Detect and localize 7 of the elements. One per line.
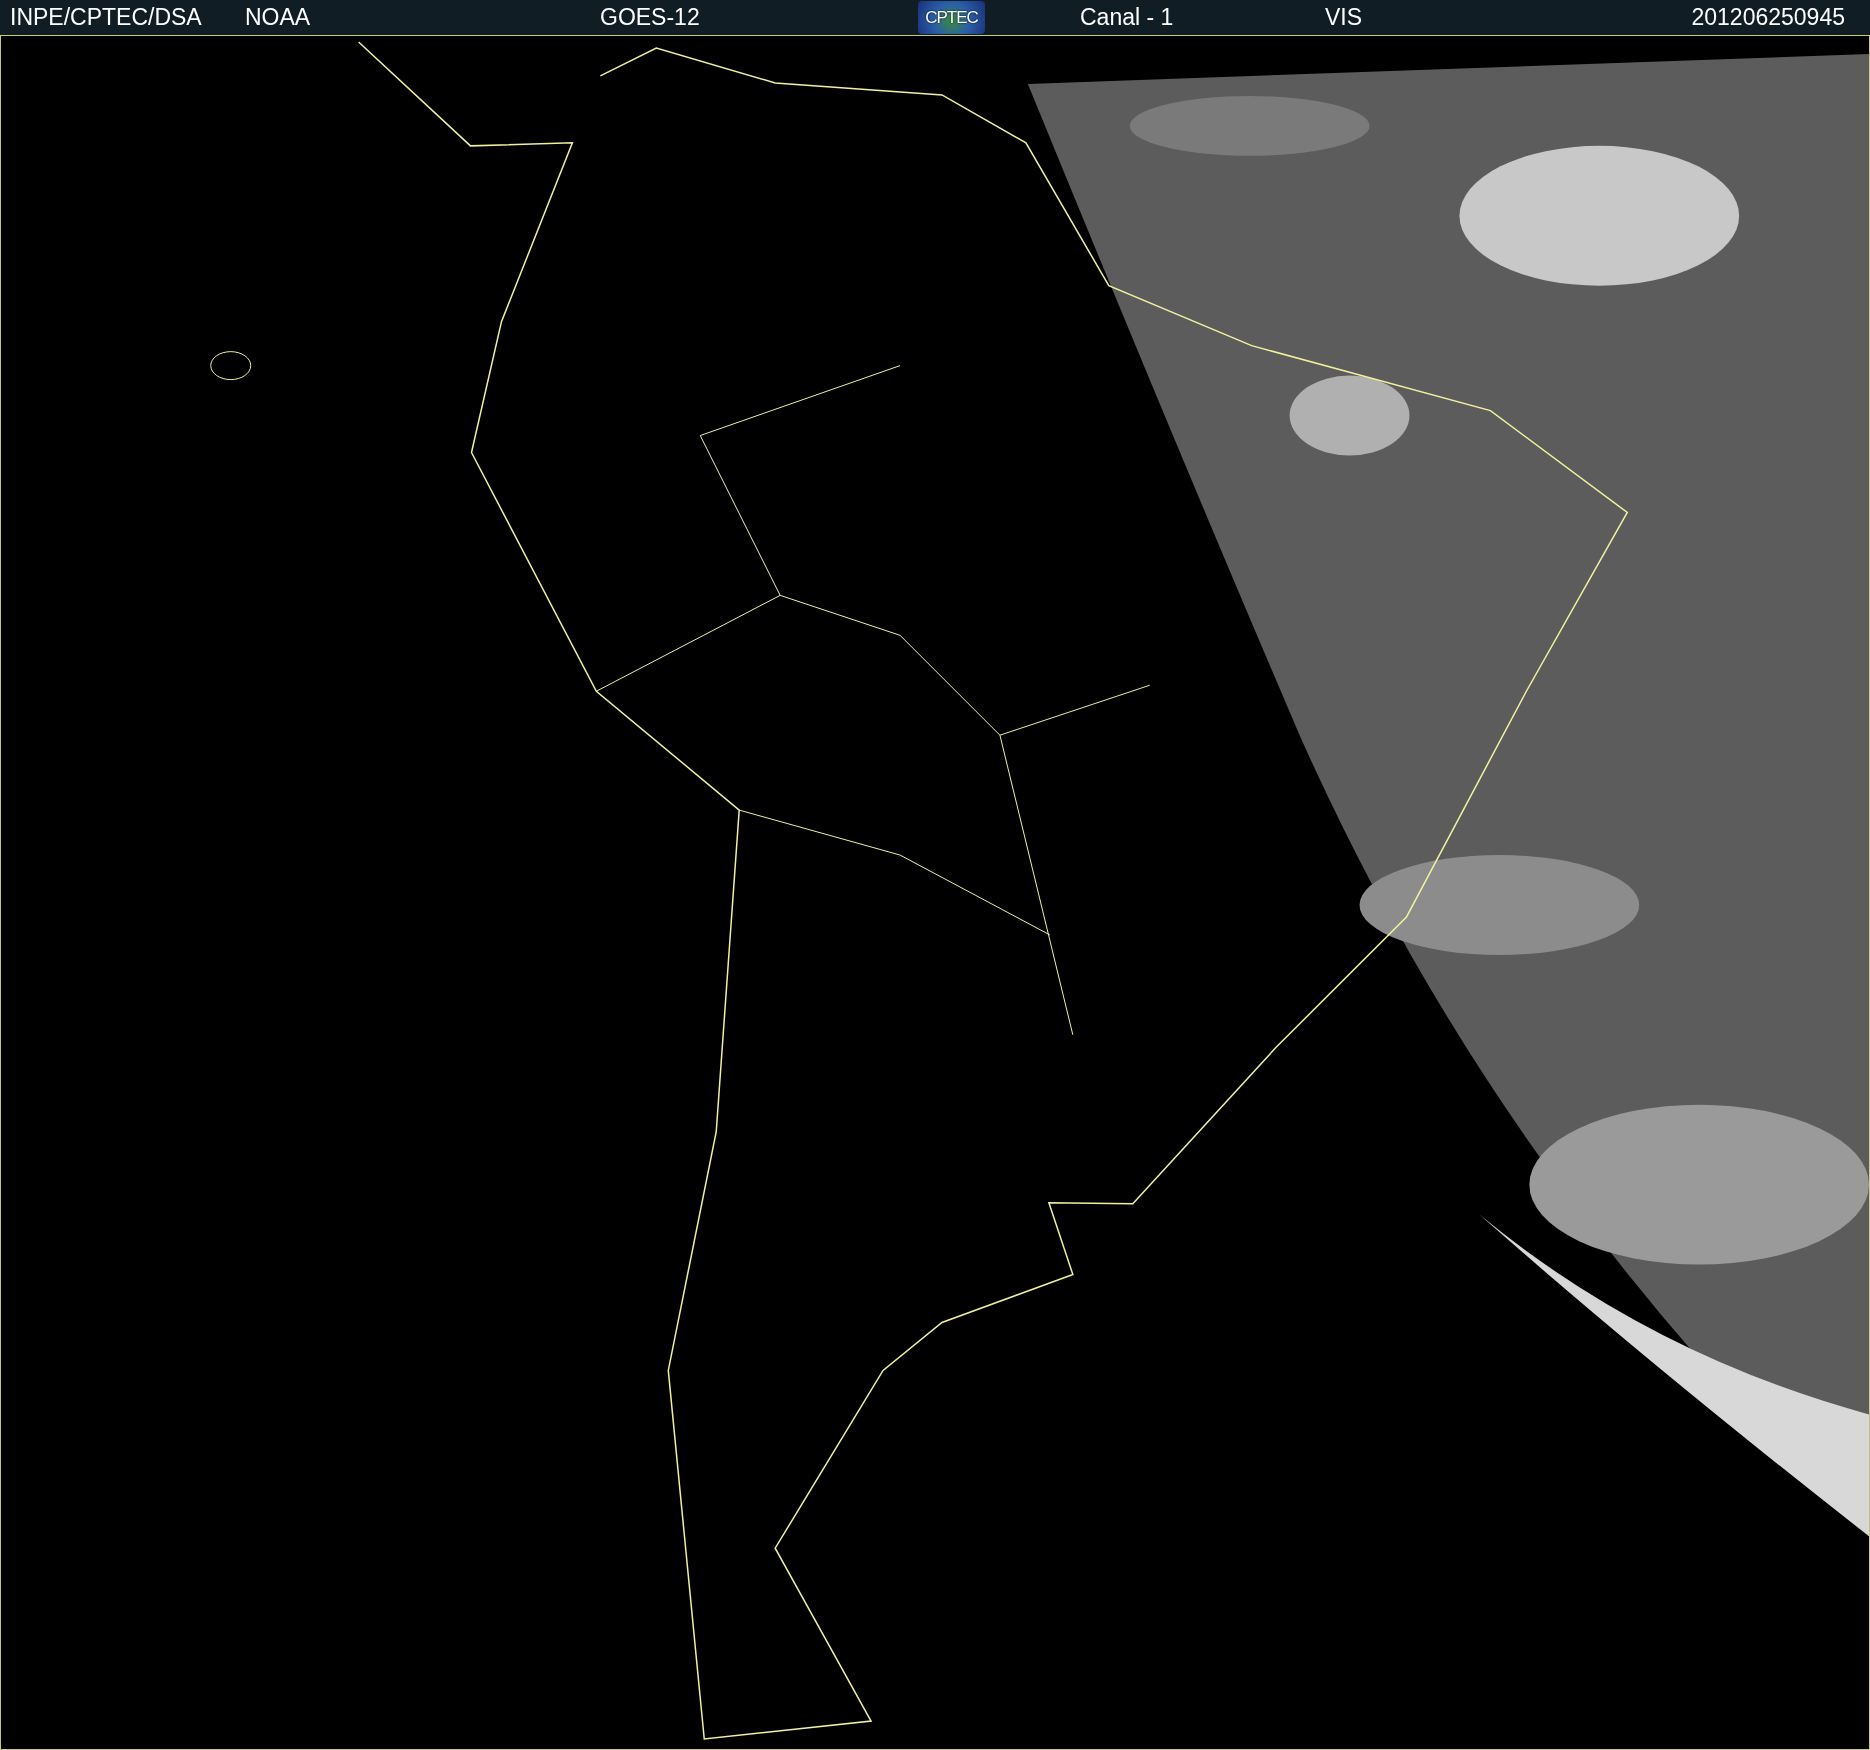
source-label: INPE/CPTEC/DSA: [10, 4, 202, 30]
timestamp-label: 201206250945: [1691, 4, 1845, 30]
channel-label: Canal - 1: [1080, 4, 1174, 30]
agency-label: NOAA: [245, 4, 311, 30]
satellite-label: GOES-12: [600, 4, 700, 30]
logo: CPTEC: [918, 1, 985, 34]
band-label: VIS: [1325, 4, 1363, 30]
